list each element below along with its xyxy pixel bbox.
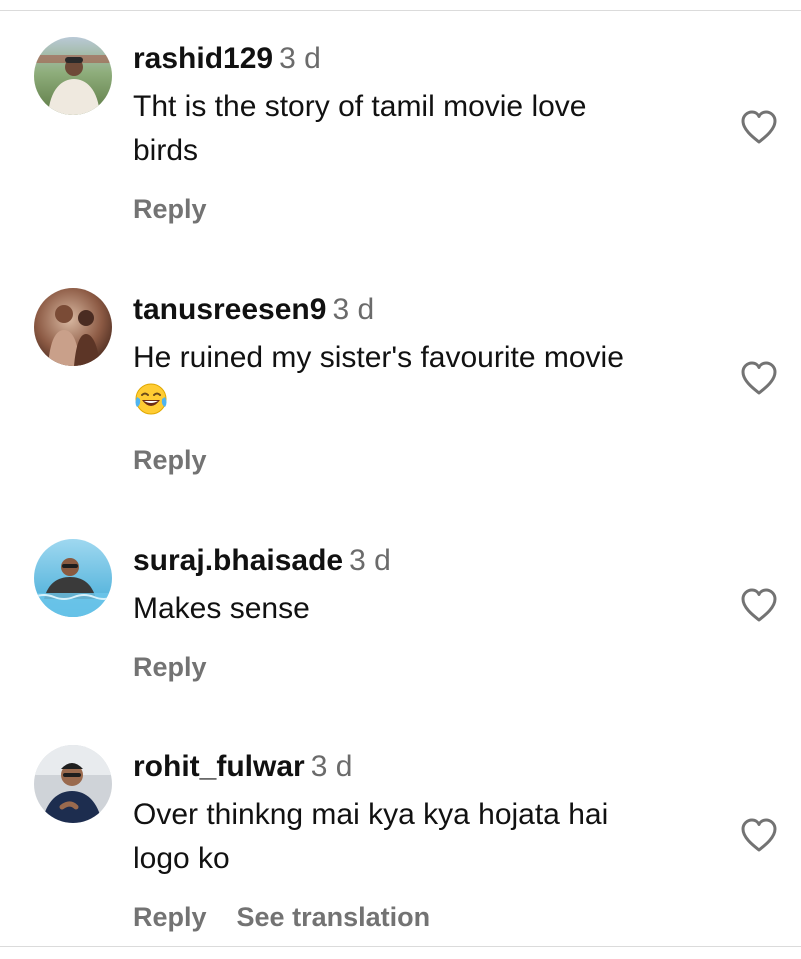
- comment-text: Makes sense: [133, 587, 733, 631]
- heart-icon[interactable]: [739, 587, 779, 623]
- heart-icon[interactable]: [739, 360, 779, 396]
- comment-time: 3 d: [332, 293, 375, 326]
- comment-header: rashid129 3 d: [133, 41, 321, 77]
- comment-text-line: Tht is the story of tamil movie love: [133, 90, 587, 123]
- avatar[interactable]: [34, 288, 112, 366]
- comment-text: Over thinkng mai kya kya hojata hai logo…: [133, 793, 733, 881]
- comment-header: tanusreesen9 3 d: [133, 292, 374, 328]
- reply-button[interactable]: Reply: [133, 652, 207, 682]
- comment-text-line: birds: [133, 134, 199, 167]
- username-link[interactable]: rohit_fulwar: [133, 750, 305, 783]
- comment-time: 3 d: [349, 544, 391, 577]
- heart-icon[interactable]: [739, 817, 779, 853]
- see-translation-button[interactable]: See translation: [237, 902, 431, 932]
- comment-text-line: [133, 380, 733, 424]
- avatar[interactable]: [34, 37, 112, 115]
- face-with-tears-of-joy-emoji: [135, 383, 167, 415]
- username-link[interactable]: rashid129: [133, 42, 273, 75]
- username-link[interactable]: tanusreesen9: [133, 293, 326, 326]
- comment-actions: Reply See translation: [133, 901, 460, 933]
- comment-actions: Reply: [133, 193, 237, 225]
- reply-button[interactable]: Reply: [133, 445, 207, 475]
- comment-time: 3 d: [279, 42, 321, 75]
- comment-text-line: Over thinkng mai kya kya hojata hai: [133, 798, 609, 831]
- comment-text: Tht is the story of tamil movie love bir…: [133, 85, 733, 173]
- comment-actions: Reply: [133, 651, 237, 683]
- bottom-divider: [0, 946, 801, 947]
- comment-text: He ruined my sister's favourite movie: [133, 336, 733, 424]
- avatar[interactable]: [34, 745, 112, 823]
- comment-header: suraj.bhaisade 3 d: [133, 543, 391, 579]
- heart-icon[interactable]: [739, 109, 779, 145]
- comment-text-line: logo ko: [133, 842, 230, 875]
- reply-button[interactable]: Reply: [133, 902, 207, 932]
- comment-time: 3 d: [310, 750, 353, 783]
- comment-text-line: Makes sense: [133, 592, 310, 625]
- comment-header: rohit_fulwar 3 d: [133, 749, 352, 785]
- reply-button[interactable]: Reply: [133, 194, 207, 224]
- comment-text-line: He ruined my sister's favourite movie: [133, 341, 624, 374]
- avatar[interactable]: [34, 539, 112, 617]
- username-link[interactable]: suraj.bhaisade: [133, 544, 343, 577]
- top-divider: [0, 10, 801, 11]
- comment-actions: Reply: [133, 444, 237, 476]
